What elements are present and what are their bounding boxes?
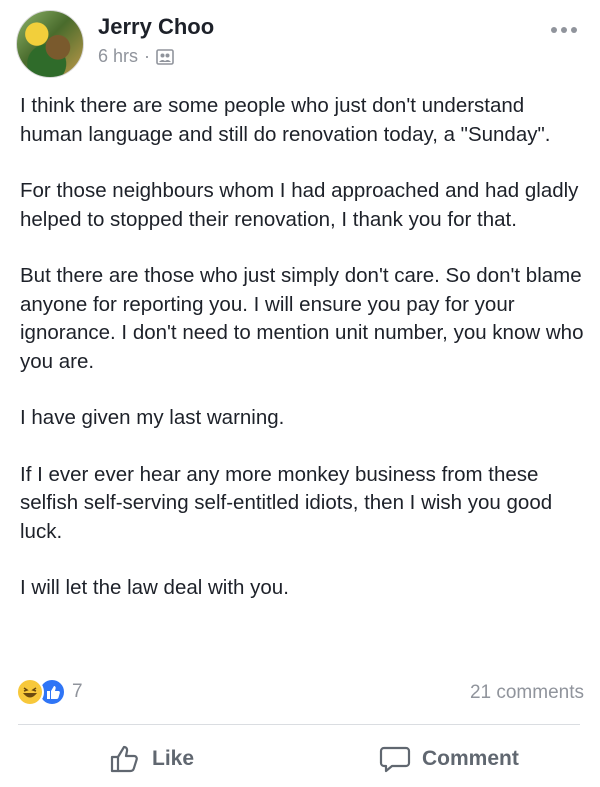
like-label: Like <box>152 747 195 770</box>
post-paragraph: But there are those who just simply don'… <box>20 264 584 373</box>
post-body: I think there are some people who just d… <box>20 92 586 631</box>
friends-icon[interactable] <box>156 48 174 65</box>
post-meta: 6 hrs · <box>98 46 174 67</box>
post-time[interactable]: 6 hrs <box>98 46 138 67</box>
action-bar: Like Comment <box>0 736 600 782</box>
post-paragraph: For those neighbours whom I had approach… <box>20 179 579 231</box>
reactions-summary[interactable]: 7 <box>16 678 83 706</box>
thumbs-up-icon <box>110 745 138 773</box>
avatar[interactable] <box>16 10 84 78</box>
post-header: Jerry Choo 6 hrs · <box>0 0 600 80</box>
comment-icon <box>379 746 411 773</box>
haha-icon <box>16 678 44 706</box>
like-button[interactable]: Like <box>108 736 194 782</box>
post-paragraph: I think there are some people who just d… <box>20 94 551 146</box>
post-paragraph: I have given my last warning. <box>20 406 285 429</box>
post-paragraph: I will let the law deal with you. <box>20 576 289 599</box>
post-stats: 7 21 comments <box>16 678 584 710</box>
meta-separator: · <box>144 46 151 66</box>
reaction-count: 7 <box>72 681 83 702</box>
comment-button[interactable]: Comment <box>378 736 519 782</box>
author-name[interactable]: Jerry Choo <box>98 14 214 40</box>
divider <box>18 724 580 725</box>
comment-label: Comment <box>422 747 519 770</box>
more-options-icon[interactable] <box>546 22 582 38</box>
comments-count[interactable]: 21 comments <box>470 682 584 704</box>
post-paragraph: If I ever ever hear any more monkey busi… <box>20 462 553 543</box>
